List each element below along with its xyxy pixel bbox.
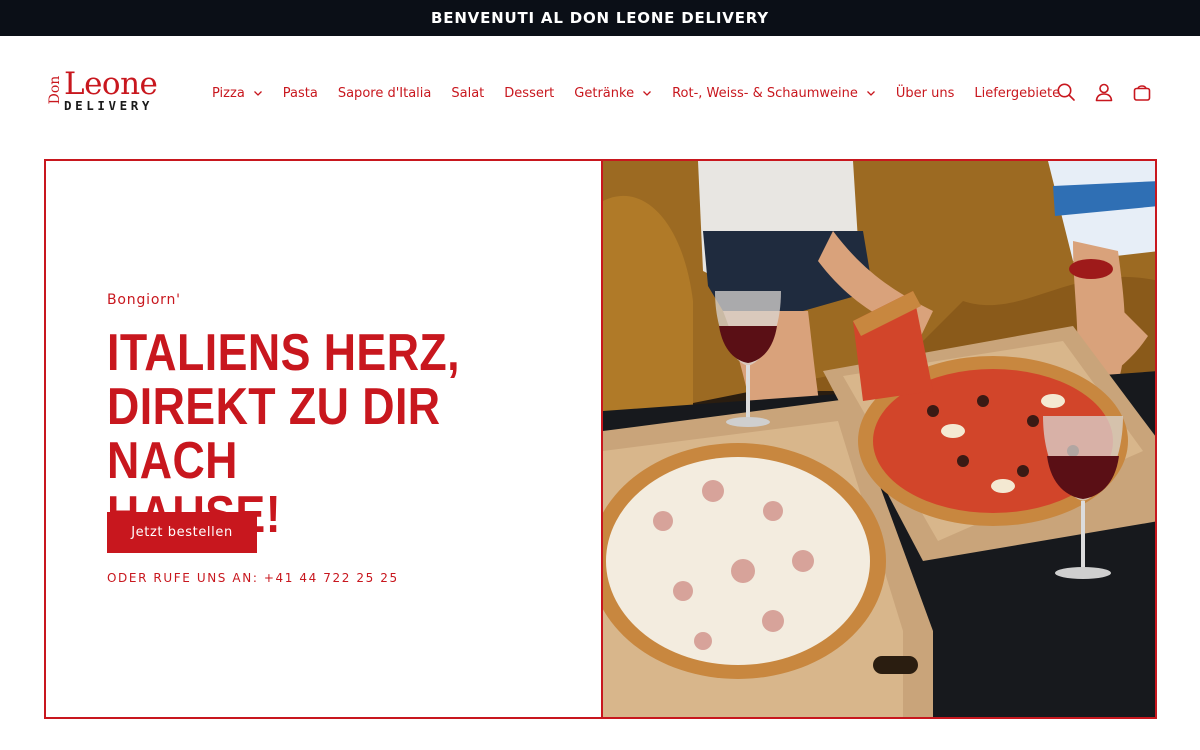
order-now-button[interactable]: Jetzt bestellen <box>107 512 257 553</box>
chevron-down-icon <box>643 91 652 96</box>
nav-item-label: Pasta <box>282 85 318 101</box>
logo-leone: Leone <box>64 66 158 102</box>
logo[interactable]: Don Leone DELIVERY <box>46 66 176 118</box>
nav-item-label: Rot-, Weiss- & Schaumweine <box>672 85 858 101</box>
hero-banner: Bongiorn' ITALIENS HERZ, DIREKT ZU DIR N… <box>44 159 1157 719</box>
logo-delivery: DELIVERY <box>64 98 154 113</box>
nav-item-label: Pizza <box>212 85 245 101</box>
main-nav: Pizza Pasta Sapore d'Italia Salat Desser… <box>202 80 1070 106</box>
nav-item-pizza[interactable]: Pizza <box>202 80 273 106</box>
announcement-bar: BENVENUTI AL DON LEONE DELIVERY <box>0 0 1200 36</box>
nav-item-sapore-ditalia[interactable]: Sapore d'Italia <box>328 80 442 106</box>
nav-item-label: Getränke <box>574 85 635 101</box>
hero-image <box>601 161 1155 717</box>
hero-eyebrow: Bongiorn' <box>107 292 181 308</box>
headline-line: ITALIENS HERZ, <box>107 324 461 382</box>
nav-item-label: Über uns <box>895 85 955 101</box>
nav-item-getraenke[interactable]: Getränke <box>564 80 662 106</box>
hero-headline: ITALIENS HERZ, DIREKT ZU DIR NACH HAUSE! <box>107 326 511 542</box>
headline-line: DIREKT ZU DIR NACH <box>107 378 441 490</box>
account-icon[interactable] <box>1094 80 1114 104</box>
nav-item-ueber-uns[interactable]: Über uns <box>886 80 965 106</box>
nav-item-label: Liefergebiete <box>974 85 1061 101</box>
logo-don: Don <box>47 75 63 105</box>
nav-item-label: Salat <box>451 85 485 101</box>
nav-item-label: Dessert <box>504 85 555 101</box>
nav-item-label: Sapore d'Italia <box>337 85 432 101</box>
search-icon[interactable] <box>1056 80 1076 104</box>
nav-item-liefergebiete[interactable]: Liefergebiete <box>964 80 1070 106</box>
nav-item-dessert[interactable]: Dessert <box>494 80 564 106</box>
chevron-down-icon <box>253 91 262 96</box>
nav-item-pasta[interactable]: Pasta <box>273 80 328 106</box>
site-header: Don Leone DELIVERY Pizza Pasta Sapore d'… <box>0 36 1200 150</box>
announcement-text: BENVENUTI AL DON LEONE DELIVERY <box>431 9 769 27</box>
header-icons <box>1056 80 1152 104</box>
phone-contact[interactable]: ODER RUFE UNS AN: +41 44 722 25 25 <box>107 571 399 585</box>
chevron-down-icon <box>866 91 875 96</box>
nav-item-salat[interactable]: Salat <box>441 80 494 106</box>
nav-item-weine[interactable]: Rot-, Weiss- & Schaumweine <box>662 80 886 106</box>
cart-icon[interactable] <box>1132 80 1152 104</box>
hero-text-panel: Bongiorn' ITALIENS HERZ, DIREKT ZU DIR N… <box>46 161 601 717</box>
pizza-photo-illustration <box>603 161 1155 717</box>
